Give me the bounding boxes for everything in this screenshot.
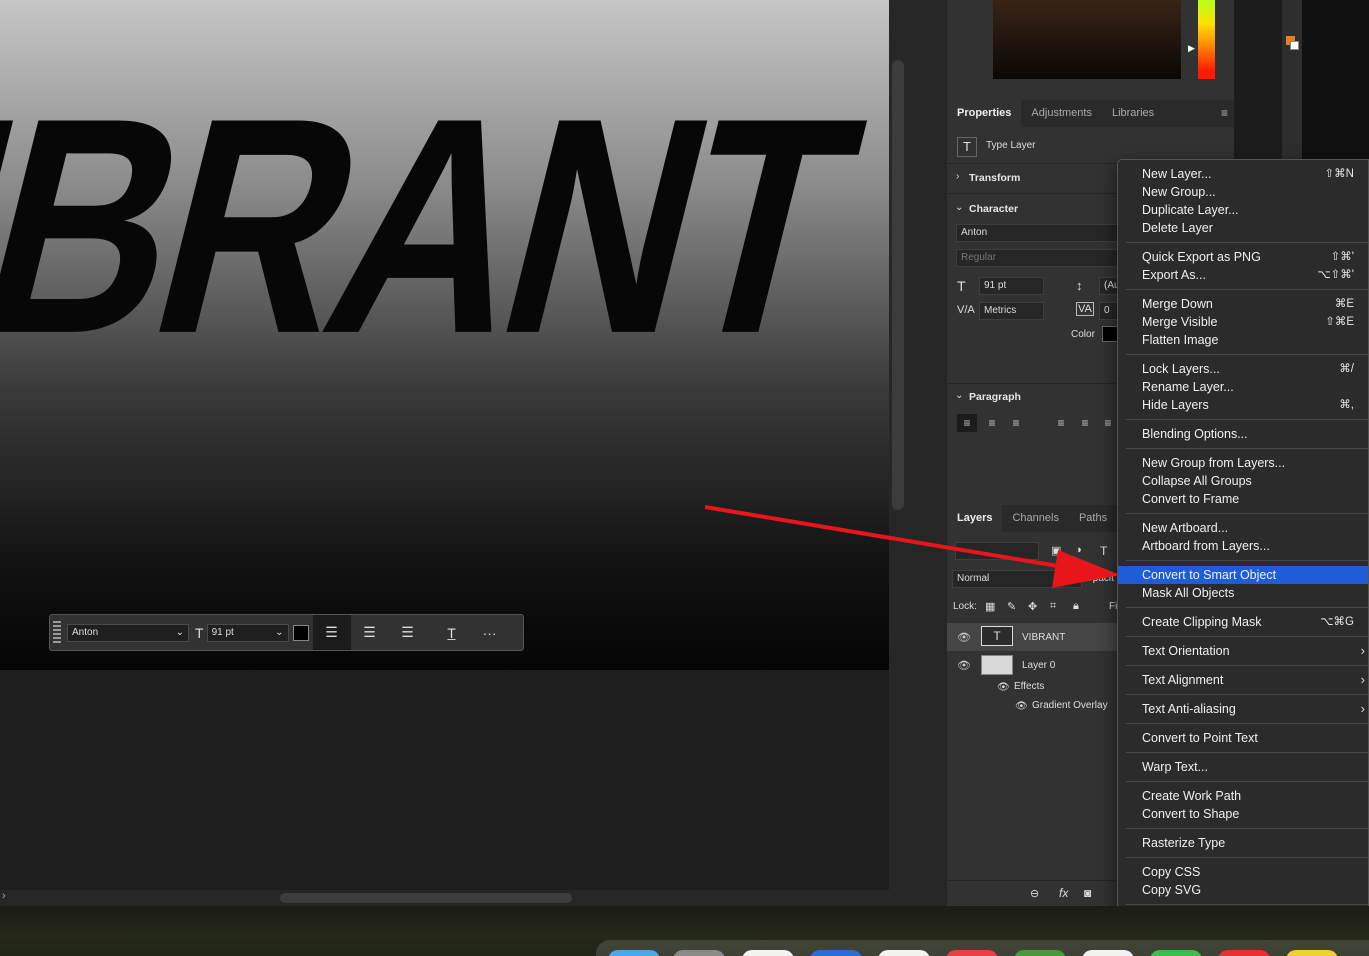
photos-dock-icon[interactable] (1082, 950, 1134, 956)
finder-dock-icon[interactable] (608, 950, 660, 956)
notes-dock-icon[interactable] (1286, 950, 1338, 956)
app-dock-icon[interactable] (946, 950, 998, 956)
maps-dock-icon[interactable] (1014, 950, 1066, 956)
messages-dock-icon[interactable] (1150, 950, 1202, 956)
chrome-dock-icon[interactable] (878, 950, 930, 956)
mail-dock-icon[interactable] (810, 950, 862, 956)
annotation-arrow (704, 505, 1120, 588)
music-dock-icon[interactable] (1218, 950, 1270, 956)
safari-dock-icon[interactable] (742, 950, 794, 956)
launchpad-dock-icon[interactable] (673, 950, 725, 956)
